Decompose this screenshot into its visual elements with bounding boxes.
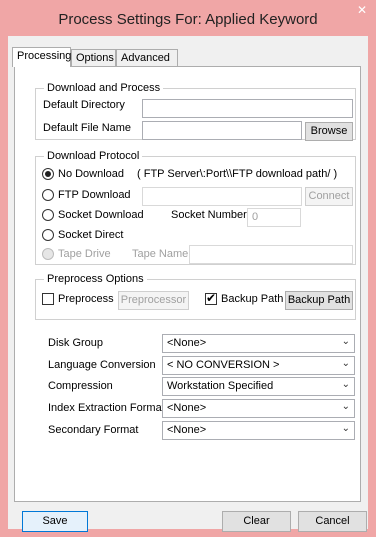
save-button[interactable]: Save xyxy=(22,511,88,532)
disk-group-label: Disk Group xyxy=(48,337,104,349)
ftp-download-radio[interactable] xyxy=(42,189,54,201)
chevron-down-icon: ⌄ xyxy=(341,379,350,390)
browse-button[interactable]: Browse xyxy=(305,122,353,141)
language-conversion-select[interactable]: < NO CONVERSION > ⌄ xyxy=(162,356,355,375)
backup-path-checkbox[interactable] xyxy=(205,291,217,305)
preprocess-options-legend: Preprocess Options xyxy=(44,273,147,285)
default-file-name-label: Default File Name xyxy=(43,122,132,134)
preprocess-checkbox[interactable] xyxy=(42,293,54,305)
tape-drive-label: Tape Drive xyxy=(58,248,111,260)
connect-button[interactable]: Connect xyxy=(305,187,353,206)
preprocess-label: Preprocess xyxy=(58,293,114,305)
chevron-down-icon: ⌄ xyxy=(341,358,350,369)
compression-value: Workstation Specified xyxy=(167,380,274,392)
download-process-legend: Download and Process xyxy=(44,82,164,94)
preprocessor-button[interactable]: Preprocessor xyxy=(118,291,189,310)
tab-processing[interactable]: Processing xyxy=(12,47,71,67)
window-title: Process Settings For: Applied Keyword xyxy=(58,11,318,28)
close-icon[interactable]: ✕ xyxy=(348,0,376,20)
ftp-download-label: FTP Download xyxy=(58,189,131,201)
no-download-radio[interactable] xyxy=(42,168,54,180)
tape-name-input[interactable] xyxy=(189,245,353,264)
socket-download-radio[interactable] xyxy=(42,209,54,221)
ftp-path-hint: ( FTP Server\:Port\\FTP download path/ ) xyxy=(137,168,338,180)
language-conversion-label: Language Conversion xyxy=(48,359,156,371)
chevron-down-icon: ⌄ xyxy=(341,423,350,434)
socket-number-input[interactable]: 0 xyxy=(247,208,301,227)
socket-direct-radio[interactable] xyxy=(42,229,54,241)
index-extraction-format-label: Index Extraction Format xyxy=(48,402,165,414)
processing-panel: Download and Process Default Directory D… xyxy=(14,66,361,502)
secondary-format-label: Secondary Format xyxy=(48,424,139,436)
disk-group-value: <None> xyxy=(167,337,207,349)
compression-label: Compression xyxy=(48,380,113,392)
dialog-window: Process Settings For: Applied Keyword ✕ … xyxy=(0,0,376,537)
disk-group-select[interactable]: <None> ⌄ xyxy=(162,334,355,353)
title-bar[interactable]: Process Settings For: Applied Keyword ✕ xyxy=(0,0,376,36)
default-directory-label: Default Directory xyxy=(43,99,125,111)
compression-select[interactable]: Workstation Specified ⌄ xyxy=(162,377,355,396)
tab-options[interactable]: Options xyxy=(71,49,116,66)
tape-drive-radio[interactable] xyxy=(42,248,54,260)
socket-direct-label: Socket Direct xyxy=(58,229,124,241)
language-conversion-value: < NO CONVERSION > xyxy=(167,359,280,371)
socket-number-label: Socket Number xyxy=(171,209,247,221)
cancel-button[interactable]: Cancel xyxy=(298,511,367,532)
download-protocol-legend: Download Protocol xyxy=(44,150,143,162)
default-file-name-input[interactable] xyxy=(142,121,302,140)
index-extraction-format-value: <None> xyxy=(167,402,207,414)
backup-path-check-label: Backup Path xyxy=(221,293,284,305)
backup-path-button[interactable]: Backup Path xyxy=(285,291,353,310)
ftp-path-input[interactable] xyxy=(142,187,302,206)
socket-download-label: Socket Download xyxy=(58,209,144,221)
tape-name-label: Tape Name xyxy=(132,248,189,260)
default-directory-input[interactable] xyxy=(142,99,353,118)
no-download-label: No Download xyxy=(58,168,125,180)
index-extraction-format-select[interactable]: <None> ⌄ xyxy=(162,399,355,418)
chevron-down-icon: ⌄ xyxy=(341,401,350,412)
secondary-format-select[interactable]: <None> ⌄ xyxy=(162,421,355,440)
secondary-format-value: <None> xyxy=(167,424,207,436)
chevron-down-icon: ⌄ xyxy=(341,336,350,347)
tab-advanced[interactable]: Advanced xyxy=(116,49,178,66)
clear-button[interactable]: Clear xyxy=(222,511,291,532)
